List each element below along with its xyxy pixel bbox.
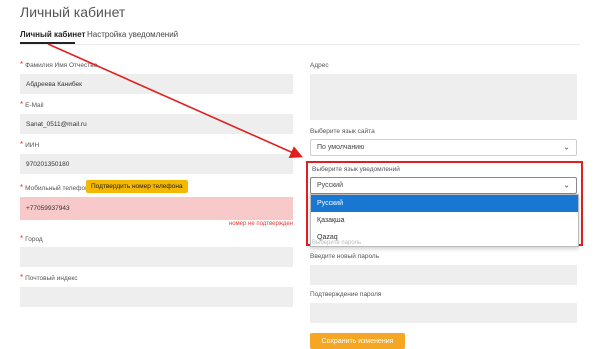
annotation-arrow (47, 43, 303, 158)
